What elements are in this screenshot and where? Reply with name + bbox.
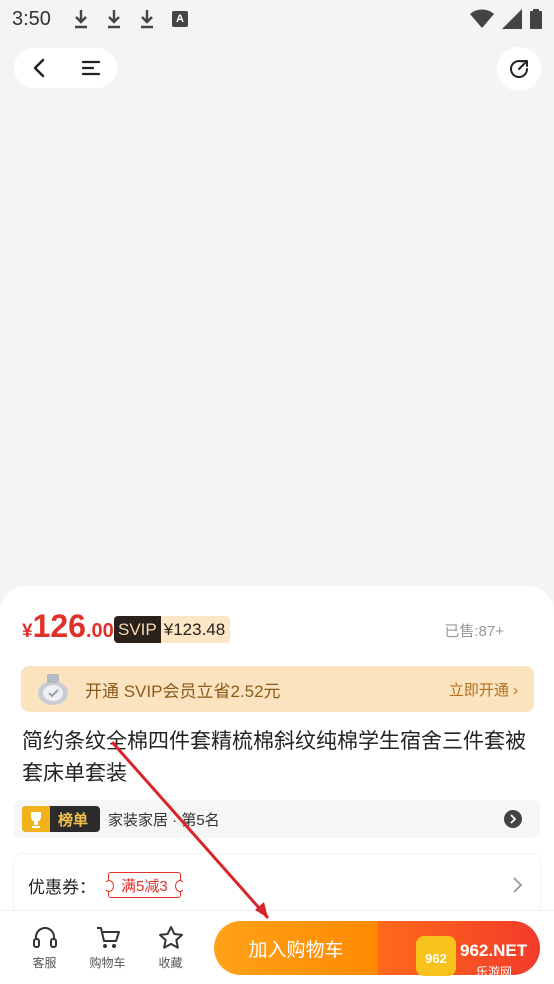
share-icon [510,60,528,78]
back-icon[interactable] [28,56,52,80]
vip-banner[interactable]: 开通 SVIP会员立省2.52元 立即开通 › [21,666,534,712]
chevron-right-icon [504,810,522,828]
chevron-right-icon [513,877,523,893]
download-icon [107,10,120,29]
tab-customer-service[interactable]: 客服 [13,925,76,971]
rank-badge: 榜单 [22,806,100,832]
tab-label: 收藏 [158,955,183,970]
vip-open-link[interactable]: 立即开通 › [449,679,518,700]
download-icon [140,10,153,29]
price-currency: ¥ [22,621,33,642]
rank-text: 家装家居 · 第5名 [108,811,220,829]
signal-icon [502,9,522,29]
coupon-row[interactable]: 优惠券： 满5减3 [14,854,540,916]
vip-banner-text: 开通 SVIP会员立省2.52元 [85,681,281,701]
headset-icon [32,926,57,948]
menu-icon[interactable] [79,56,103,80]
tab-cart[interactable]: 购物车 [76,925,139,971]
product-title: 简约条纹全棉四件套精梳棉斜纹纯棉学生宿舍三件套被套床单套装 [22,730,526,785]
svip-price: ¥123.48 [160,616,231,643]
watermark-sub: 乐游网 [476,965,512,979]
svg-text:962: 962 [425,951,447,966]
cart-icon [96,926,120,948]
sold-count: 已售:87+ [444,623,504,640]
add-to-cart-button[interactable]: 加入购物车 [214,921,378,975]
svip-tag: SVIP [114,616,161,643]
price-integer: 126 [32,608,86,644]
status-bar: 3:50 A [0,0,554,38]
coupon-label: 优惠券： [28,877,96,897]
ranking-row[interactable]: 榜单 家装家居 · 第5名 [14,800,540,838]
watermark-logo: 962 962.NET 乐游网 [416,936,528,979]
watermark-text: 962.NET [460,941,528,960]
nav-pill [14,48,117,88]
star-icon [158,925,183,949]
tab-favorite[interactable]: 收藏 [139,925,202,971]
coupon-tag[interactable]: 满5减3 [104,872,185,898]
download-icon [74,10,87,29]
battery-icon [530,9,542,29]
wifi-icon [470,9,494,28]
a-notification-icon: A [171,11,188,27]
tab-label: 购物车 [89,955,126,970]
status-time: 3:50 [12,7,51,30]
price-decimal: .00 [85,620,114,642]
share-button[interactable] [497,47,541,91]
svip-price-badge: SVIP ¥123.48 [114,616,231,643]
vip-medal-icon [38,674,68,705]
rank-badge-label: 榜单 [58,811,89,829]
tab-label: 客服 [32,955,57,970]
trophy-icon [22,806,50,832]
price: ¥ 126 .00 [22,608,114,645]
